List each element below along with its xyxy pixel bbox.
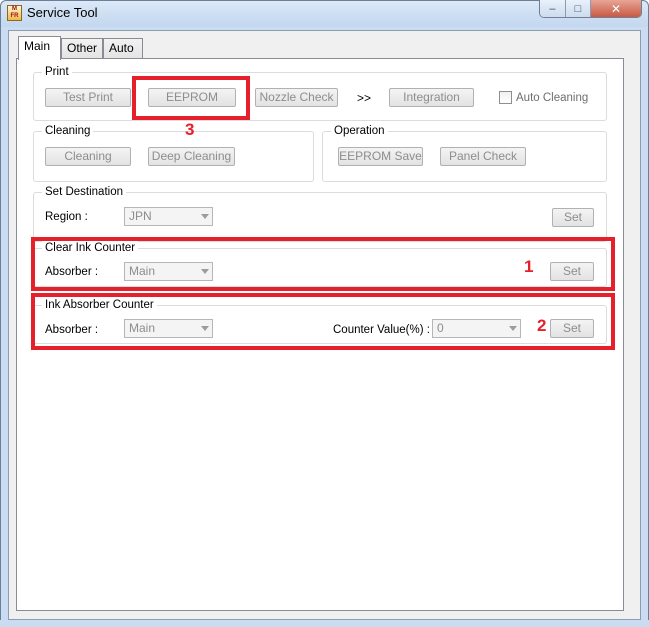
maximize-button[interactable]: □ <box>565 0 592 17</box>
annotation-number-3: 3 <box>185 120 195 139</box>
caption-buttons: – □ ✕ <box>539 0 642 18</box>
region-label: Region : <box>45 211 88 223</box>
nozzle-check-button[interactable]: Nozzle Check <box>255 88 338 107</box>
deep-cleaning-button[interactable]: Deep Cleaning <box>148 147 235 166</box>
operation-group-legend: Operation <box>331 124 388 138</box>
panel-check-button[interactable]: Panel Check <box>440 147 526 166</box>
cleaning-group-legend: Cleaning <box>42 124 94 138</box>
arrows-label: >> <box>357 91 372 105</box>
region-dropdown[interactable]: JPN <box>124 207 213 226</box>
highlight-box-2 <box>31 293 615 350</box>
window-bottom-border <box>0 620 649 627</box>
tab-other[interactable]: Other <box>61 38 103 59</box>
close-button[interactable]: ✕ <box>591 0 641 17</box>
app-icon: M FR <box>7 5 22 21</box>
window-title: Service Tool <box>27 5 98 20</box>
test-print-button[interactable]: Test Print <box>45 88 131 107</box>
annotation-number-2: 2 <box>537 316 547 335</box>
tab-main[interactable]: Main <box>18 36 61 60</box>
cleaning-button[interactable]: Cleaning <box>45 147 131 166</box>
auto-cleaning-label: Auto Cleaning <box>516 92 589 104</box>
auto-cleaning-checkbox[interactable] <box>499 91 512 104</box>
set-destination-group <box>33 192 607 242</box>
eeprom-save-button[interactable]: EEPROM Save <box>338 147 423 166</box>
highlight-box-3 <box>132 76 250 120</box>
print-group-legend: Print <box>42 65 72 79</box>
region-value: JPN <box>129 209 152 223</box>
minimize-button[interactable]: – <box>540 0 566 17</box>
set-destination-set-button[interactable]: Set <box>552 208 594 227</box>
annotation-number-1: 1 <box>524 257 534 276</box>
chevron-down-icon <box>201 214 209 219</box>
integration-button[interactable]: Integration <box>389 88 474 107</box>
tab-auto[interactable]: Auto <box>103 38 143 59</box>
set-destination-legend: Set Destination <box>42 185 126 199</box>
